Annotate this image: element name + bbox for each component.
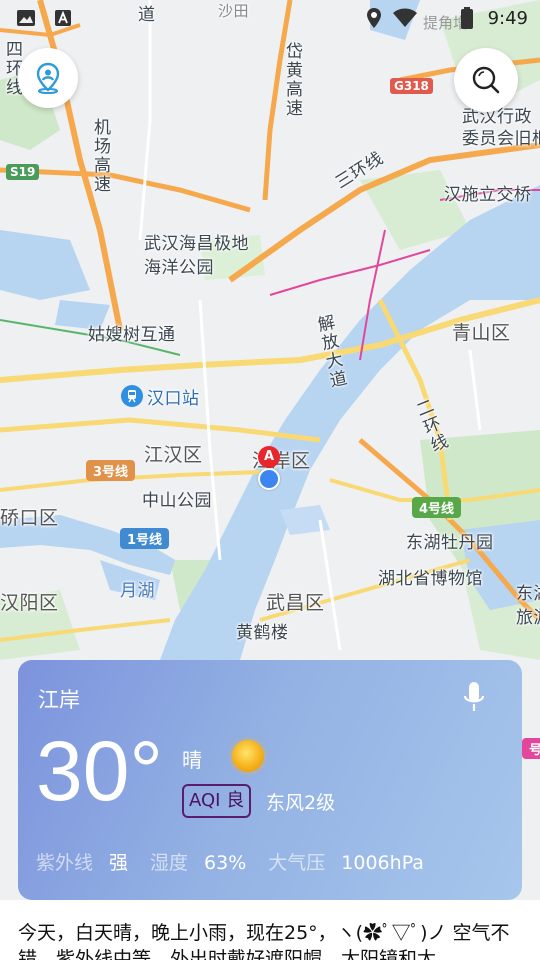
humidity-label: 湿度 xyxy=(150,852,189,874)
map-label-jianghan: 江汉区 xyxy=(144,444,203,466)
pressure-label: 大气压 xyxy=(268,852,326,874)
destination-marker[interactable]: A xyxy=(258,446,280,472)
road-badge-s19: S19 xyxy=(6,164,40,180)
search-button[interactable] xyxy=(454,48,518,112)
location-person-icon xyxy=(36,62,60,94)
map-label-hubei-museum: 湖北省博物馆 xyxy=(378,569,483,589)
road-badge-g318: G318 xyxy=(390,78,433,94)
map-label-hanyang: 汉阳区 xyxy=(0,592,59,614)
aqi-badge[interactable]: AQI 良 xyxy=(182,784,252,818)
current-temperature: 30° xyxy=(36,724,164,818)
my-location-button[interactable] xyxy=(18,48,78,108)
humidity-value: 63% xyxy=(204,852,247,874)
current-location-dot xyxy=(258,468,280,490)
map-label-hankou-station: 汉口站 xyxy=(147,389,200,409)
map-label-haichang-park: 武汉海昌极地 海洋公园 xyxy=(144,234,249,278)
map-label-wuhan-admin: 武汉行政 委员会旧枢 xyxy=(462,107,540,149)
map-label-zhongshan-park: 中山公园 xyxy=(142,491,212,511)
map-label-wuchang: 武昌区 xyxy=(266,592,325,614)
uv-value: 强 xyxy=(109,852,129,874)
metro-badge-line4: 4号线 xyxy=(412,497,462,518)
weather-location: 江岸 xyxy=(38,688,80,712)
status-bar: 提角增 9:49 xyxy=(0,0,540,36)
battery-icon xyxy=(461,7,473,29)
notification-a-icon xyxy=(55,10,71,26)
map-label-gusao-interchange: 姑嫂树互通 xyxy=(88,325,176,345)
metro-badge-line1: 1号线 xyxy=(120,528,170,549)
map-label-qiaokou: 硚口区 xyxy=(0,507,59,529)
wifi-icon xyxy=(393,8,417,27)
weather-summary: 今天，白天晴，晚上小雨，现在25°，ヽ(✿ﾟ▽ﾟ)ノ 空气不错，紫外线中等，外出… xyxy=(0,900,540,960)
gallery-icon xyxy=(17,10,35,26)
map-label-daihuang-expressway: 岱黄高速 xyxy=(282,42,302,118)
wind-info: 东风2级 xyxy=(266,792,336,814)
weather-details-row: 紫外线强湿度 63% 大气压 1006hPa xyxy=(36,848,446,875)
location-pin-icon xyxy=(367,8,381,28)
map-label-yuehu: 月湖 xyxy=(120,581,155,601)
map-label-yellow-crane-tower: 黄鹤楼 xyxy=(236,623,289,643)
status-time: 9:49 xyxy=(487,8,528,29)
voice-button[interactable] xyxy=(462,680,486,716)
metro-badge-partial: 号 xyxy=(522,738,540,759)
weather-card[interactable]: 江岸 30° 晴 AQI 良 东风2级 紫外线强湿度 63% 大气压 1006hPa xyxy=(18,660,522,900)
search-icon xyxy=(472,66,500,94)
weather-condition: 晴 xyxy=(182,748,202,772)
map-label-donghu-peony: 东湖牡丹园 xyxy=(406,533,494,553)
sun-icon xyxy=(232,740,264,772)
metro-badge-line3: 3号线 xyxy=(86,460,136,481)
uv-label: 紫外线 xyxy=(36,852,94,874)
hankou-station-icon xyxy=(121,385,143,407)
map-label-qingshan: 青山区 xyxy=(452,322,511,344)
pressure-value: 1006hPa xyxy=(341,852,424,874)
map-label-airport-expressway: 机场高速 xyxy=(90,118,110,194)
map-label-donghu-tour: 东湖 旅游 xyxy=(516,584,540,628)
microphone-icon xyxy=(463,682,485,711)
map-label-hanshi-interchange: 汉施立交桥 xyxy=(444,185,532,205)
